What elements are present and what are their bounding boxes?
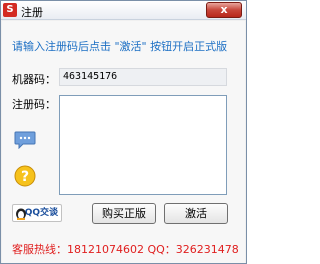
buy-button[interactable]: 购买正版 xyxy=(92,203,156,224)
svg-text:?: ? xyxy=(21,169,29,185)
dialog-content: 请输入注册码后点击 "激活" 按钮开启正式版 机器码： 463145176 注册… xyxy=(2,21,245,263)
window-title: 注册 xyxy=(21,6,43,19)
register-code-input[interactable] xyxy=(59,95,227,195)
title-bar[interactable]: S 注册 x xyxy=(1,1,246,20)
close-button[interactable]: x xyxy=(206,2,242,18)
chat-bubble-icon[interactable] xyxy=(14,131,36,149)
activate-button[interactable]: 激活 xyxy=(164,203,228,224)
machine-code-label: 机器码： xyxy=(12,73,56,86)
register-dialog: S 注册 x 请输入注册码后点击 "激活" 按钮开启正式版 机器码： 46314… xyxy=(0,0,247,264)
question-icon[interactable]: ? xyxy=(14,165,36,187)
machine-code-field[interactable]: 463145176 xyxy=(59,68,227,86)
qq-chat-label: QQ交谈 xyxy=(24,208,58,218)
register-code-label: 注册码： xyxy=(12,98,56,111)
support-hotline: 客服热线：18121074602 QQ：326231478 xyxy=(12,243,239,256)
qq-penguin-icon xyxy=(16,208,26,220)
instruction-text: 请输入注册码后点击 "激活" 按钮开启正式版 xyxy=(12,40,228,53)
qq-chat-button[interactable]: QQ交谈 xyxy=(12,204,62,222)
app-icon: S xyxy=(3,3,17,17)
